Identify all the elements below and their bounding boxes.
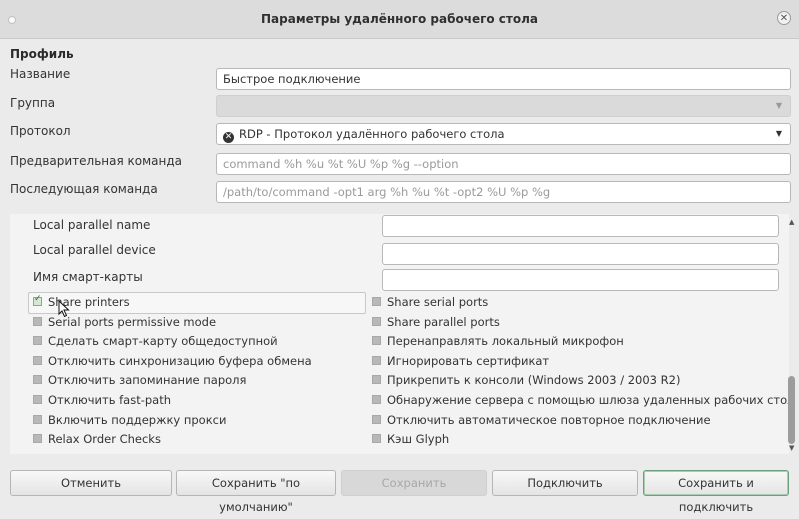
scrollbar-thumb[interactable] [788, 376, 795, 444]
save-connect-button[interactable]: Сохранить и подключить [643, 470, 789, 514]
left-option-checkbox[interactable]: Отключить fast-path [33, 393, 171, 407]
scroll-down-icon[interactable]: ▼ [789, 444, 794, 452]
checkbox-box[interactable] [33, 375, 42, 385]
parallel-device-label: Local parallel device [33, 243, 156, 257]
save-default-button[interactable]: Сохранить "по умолчанию" [176, 470, 336, 514]
checkbox-box[interactable] [372, 316, 381, 326]
checkbox-box[interactable] [33, 316, 42, 326]
protocol-select[interactable]: ✕ RDP - Протокол удалённого рабочего стол… [216, 123, 791, 145]
checkbox-box[interactable] [33, 434, 42, 444]
rdp-protocol-icon: ✕ [223, 132, 234, 143]
checkbox-box[interactable] [372, 355, 381, 365]
checkbox-label: Relax Order Checks [48, 432, 161, 447]
chevron-down-icon: ▼ [775, 101, 782, 110]
checkbox-label: Обнаружение сервера с помощью шлюза удал… [387, 393, 789, 407]
checkbox-label: Отключить автоматическое повторное подкл… [387, 412, 711, 427]
post-command-placeholder: /path/to/command -opt1 arg %h %u %t -opt… [223, 185, 551, 199]
checkbox-label: Отключить fast-path [48, 393, 172, 407]
checkbox-label: Прикрепить к консоли (Windows 2003 / 200… [387, 373, 681, 388]
checkbox-box[interactable] [372, 414, 381, 424]
protocol-label: Протокол [10, 124, 71, 138]
checkbox-box[interactable] [33, 395, 42, 404]
pre-command-input[interactable]: command %h %u %t %U %p %g --option [216, 153, 791, 175]
cancel-button[interactable]: Отменить [10, 470, 172, 496]
checkbox-box[interactable] [372, 375, 381, 385]
chevron-down-icon: ▼ [775, 129, 782, 138]
save-button: Сохранить [341, 470, 487, 496]
checkbox-label: Включить поддержку прокси [48, 412, 227, 427]
left-option-checkbox[interactable]: Relax Order Checks [33, 432, 161, 446]
checkbox-label: Сделать смарт-карту общедоступной [48, 334, 278, 349]
left-option-checkbox[interactable]: Отключить синхронизацию буфера обмена [33, 354, 312, 368]
checkbox-box[interactable] [33, 294, 42, 306]
right-option-checkbox[interactable]: Отключить автоматическое повторное подкл… [372, 413, 711, 427]
right-option-checkbox[interactable]: Прикрепить к консоли (Windows 2003 / 200… [372, 373, 680, 387]
checkbox-box[interactable] [372, 395, 381, 404]
group-label: Группа [10, 96, 56, 110]
pre-command-label: Предварительная команда [10, 154, 183, 168]
parallel-name-input[interactable] [382, 215, 779, 237]
title-bar: Параметры удалённого рабочего стола ✕ [0, 0, 799, 39]
checkbox-label: Share parallel ports [387, 314, 500, 329]
name-input[interactable]: Быстрое подключение [216, 68, 791, 90]
checkbox-box[interactable] [372, 336, 381, 346]
post-command-input[interactable]: /path/to/command -opt1 arg %h %u %t -opt… [216, 181, 791, 203]
scroll-up-icon[interactable]: ▲ [789, 218, 794, 226]
right-option-checkbox[interactable]: Share parallel ports [372, 315, 500, 329]
checkbox-label: Перенаправлять локальный микрофон [387, 334, 624, 349]
post-command-label: Последующая команда [10, 182, 158, 196]
left-option-checkbox[interactable]: Отключить запоминание пароля [33, 373, 246, 387]
parallel-name-label: Local parallel name [33, 218, 151, 232]
left-option-checkbox[interactable]: Сделать смарт-карту общедоступной [33, 334, 278, 348]
left-option-checkbox[interactable]: Включить поддержку прокси [33, 413, 226, 427]
settings-scroll-panel[interactable]: Local parallel name Local parallel devic… [10, 214, 789, 454]
right-option-checkbox[interactable]: Игнорировать сертификат [372, 354, 549, 368]
right-option-checkbox[interactable]: Share serial ports [372, 295, 488, 309]
close-icon[interactable]: ✕ [777, 11, 791, 25]
checkbox-label: Кэш Glyph [387, 432, 450, 447]
checkbox-label: Игнорировать сертификат [387, 353, 550, 368]
right-option-checkbox[interactable]: Перенаправлять локальный микрофон [372, 334, 624, 348]
checkbox-label: Serial ports permissive mode [48, 314, 217, 329]
checkbox-box[interactable] [33, 336, 42, 346]
checkbox-box[interactable] [372, 434, 381, 444]
name-label: Название [10, 67, 71, 81]
left-option-checkbox[interactable]: Share printers [33, 294, 130, 309]
checkbox-box[interactable] [33, 355, 42, 365]
right-option-checkbox[interactable]: Обнаружение сервера с помощью шлюза удал… [372, 393, 789, 407]
smartcard-label: Имя смарт-карты [33, 270, 143, 284]
group-select: ▼ [216, 95, 791, 117]
checkbox-label: Отключить синхронизацию буфера обмена [48, 353, 312, 368]
right-option-checkbox[interactable]: Кэш Glyph [372, 432, 449, 446]
connect-button[interactable]: Подключить [492, 470, 638, 496]
pre-command-placeholder: command %h %u %t %U %p %g --option [223, 157, 459, 171]
checkbox-box[interactable] [372, 297, 381, 306]
checkbox-label: Share serial ports [387, 295, 489, 309]
checkbox-box[interactable] [33, 414, 42, 424]
protocol-value: RDP - Протокол удалённого рабочего стола [239, 127, 505, 141]
smartcard-input[interactable] [382, 269, 779, 291]
parallel-device-input[interactable] [382, 243, 779, 265]
profile-heading: Профиль [10, 47, 74, 61]
window-title: Параметры удалённого рабочего стола [261, 12, 538, 26]
checkbox-label: Отключить запоминание пароля [48, 373, 247, 388]
